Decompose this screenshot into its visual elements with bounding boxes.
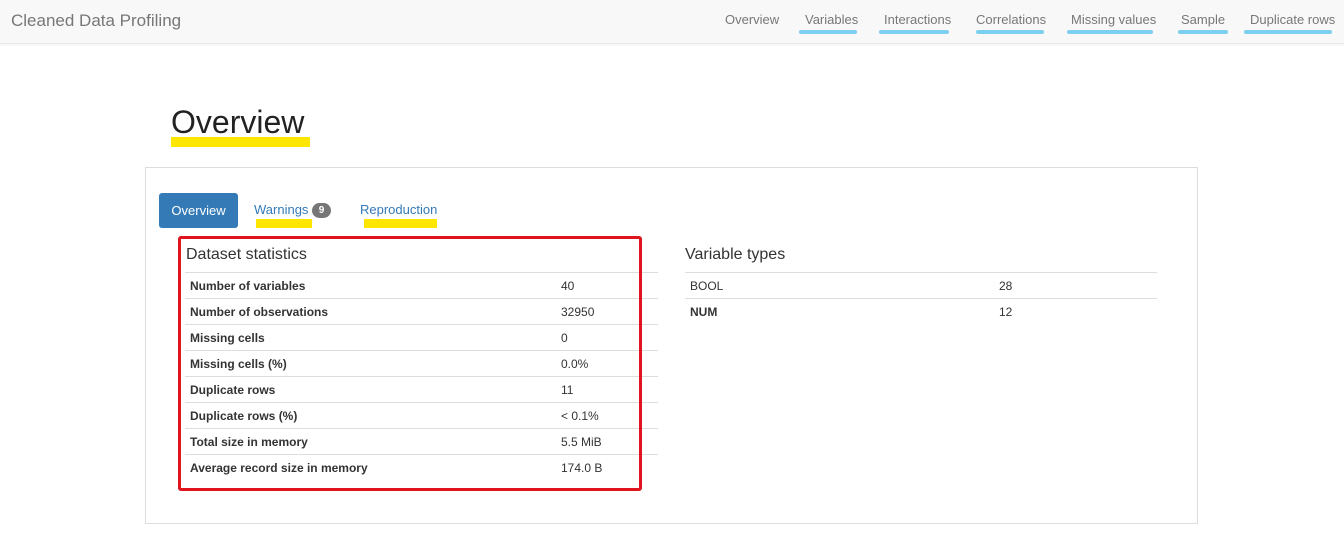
page-title: Overview	[171, 104, 305, 140]
stat-value: 40	[556, 272, 658, 299]
nav-link-duplicate-rows[interactable]: Duplicate rows	[1250, 12, 1335, 27]
navbar-brand[interactable]: Cleaned Data Profiling	[11, 11, 181, 31]
nav-highlight-variables	[799, 30, 857, 34]
table-row: NUM 12	[685, 298, 1157, 325]
nav-link-sample[interactable]: Sample	[1181, 12, 1225, 27]
tab-warnings[interactable]: Warnings	[254, 202, 308, 217]
tab-reproduction[interactable]: Reproduction	[360, 202, 437, 217]
stat-label: Duplicate rows	[185, 376, 556, 403]
table-row: Number of variables 40	[185, 272, 658, 299]
table-row: Duplicate rows (%) < 0.1%	[185, 402, 658, 429]
table-row: Number of observations 32950	[185, 298, 658, 325]
nav-highlight-correlations	[976, 30, 1044, 34]
nav-link-interactions[interactable]: Interactions	[884, 12, 951, 27]
stat-value: 32950	[556, 298, 658, 325]
variable-types-title: Variable types	[685, 246, 786, 263]
stat-label: Number of observations	[185, 298, 556, 325]
nav-link-variables[interactable]: Variables	[805, 12, 858, 27]
stat-label: Average record size in memory	[185, 454, 556, 481]
stat-value: 0.0%	[556, 350, 658, 377]
nav-link-overview[interactable]: Overview	[725, 12, 779, 27]
table-row: Average record size in memory 174.0 B	[185, 454, 658, 481]
table-row: BOOL 28	[685, 272, 1157, 299]
stat-value: 174.0 B	[556, 454, 658, 481]
top-navbar: Cleaned Data Profiling Overview Variable…	[0, 0, 1344, 44]
stat-label: Total size in memory	[185, 428, 556, 455]
dataset-statistics-table: Number of variables 40 Number of observa…	[185, 272, 658, 481]
stat-value: < 0.1%	[556, 402, 658, 429]
nav-highlight-interactions	[879, 30, 949, 34]
table-row: Duplicate rows 11	[185, 376, 658, 403]
nav-link-correlations[interactable]: Correlations	[976, 12, 1046, 27]
tab-reproduction-highlight	[364, 219, 437, 228]
warnings-count-badge: 9	[312, 203, 331, 218]
tab-overview[interactable]: Overview	[159, 193, 238, 228]
tab-warnings-highlight	[256, 219, 312, 228]
nav-highlight-duplicate-rows	[1244, 30, 1332, 34]
table-row: Missing cells (%) 0.0%	[185, 350, 658, 377]
table-row: Total size in memory 5.5 MiB	[185, 428, 658, 455]
stat-label: Number of variables	[185, 272, 556, 299]
variable-types-table: BOOL 28 NUM 12	[685, 272, 1157, 325]
stat-label: Missing cells	[185, 324, 556, 351]
stat-value: 11	[556, 376, 658, 403]
stat-label: Missing cells (%)	[185, 350, 556, 377]
type-value: 12	[994, 298, 1157, 325]
stat-value: 0	[556, 324, 658, 351]
nav-highlight-missing-values	[1067, 30, 1153, 34]
type-value: 28	[994, 272, 1157, 299]
dataset-statistics-title: Dataset statistics	[186, 246, 307, 263]
nav-highlight-sample	[1178, 30, 1228, 34]
title-highlight	[171, 137, 310, 147]
table-row: Missing cells 0	[185, 324, 658, 351]
stat-value: 5.5 MiB	[556, 428, 658, 455]
type-label: BOOL	[685, 272, 994, 299]
type-label: NUM	[685, 298, 994, 325]
stat-label: Duplicate rows (%)	[185, 402, 556, 429]
nav-link-missing-values[interactable]: Missing values	[1071, 12, 1156, 27]
